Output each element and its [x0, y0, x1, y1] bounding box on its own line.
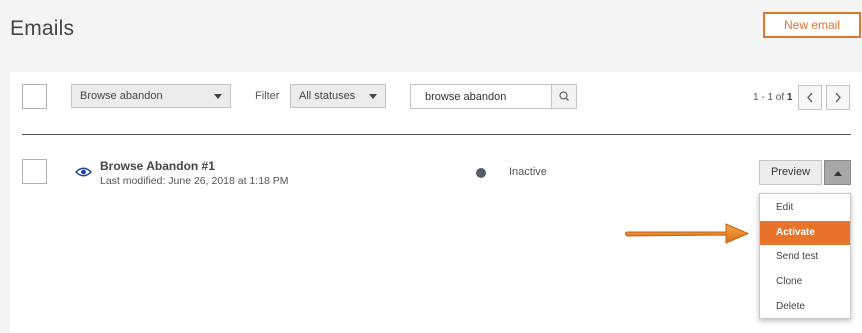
previous-page-button[interactable]: [798, 85, 822, 110]
chevron-right-icon: [835, 92, 841, 103]
page-title: Emails: [10, 17, 75, 40]
new-email-button[interactable]: New email: [763, 12, 861, 38]
menu-item-delete[interactable]: Delete: [760, 295, 850, 319]
status-dot-icon: [476, 168, 486, 178]
chevron-left-icon: [807, 92, 813, 103]
eye-icon: [75, 167, 92, 177]
actions-dropdown-toggle[interactable]: [824, 160, 851, 185]
status-filter-select-value: All statuses: [299, 90, 356, 102]
menu-item-clone[interactable]: Clone: [760, 270, 850, 294]
status-filter-select[interactable]: All statuses: [290, 84, 386, 108]
preview-button[interactable]: Preview: [759, 160, 822, 185]
status-label: Inactive: [509, 166, 547, 178]
header-divider: [22, 134, 851, 135]
caret-down-icon: [369, 94, 377, 99]
next-page-button[interactable]: [826, 85, 850, 110]
menu-item-send-test[interactable]: Send test: [760, 245, 850, 269]
select-all-checkbox[interactable]: [22, 84, 47, 109]
arrow-annotation: [625, 223, 750, 244]
search-button[interactable]: [551, 85, 576, 108]
filter-label: Filter: [255, 90, 280, 102]
menu-item-edit[interactable]: Edit: [760, 196, 850, 220]
emails-panel: [10, 72, 862, 333]
caret-down-icon: [214, 94, 222, 99]
actions-menu: Edit Activate Send test Clone Delete: [759, 193, 851, 319]
pagination-info: 1 - 1 of 1: [753, 92, 792, 103]
email-last-modified: Last modified: June 26, 2018 at 1:18 PM: [100, 175, 289, 187]
search-box: [410, 84, 577, 109]
search-input[interactable]: [411, 85, 551, 108]
email-type-select[interactable]: Browse abandon: [71, 84, 231, 108]
search-icon: [559, 91, 569, 101]
pagination-total: 1: [786, 92, 793, 103]
email-type-select-value: Browse abandon: [80, 90, 163, 102]
pagination-range: 1 - 1 of: [753, 92, 785, 103]
row-checkbox[interactable]: [22, 159, 47, 184]
email-name[interactable]: Browse Abandon #1: [100, 159, 215, 173]
menu-item-activate[interactable]: Activate: [760, 221, 850, 245]
caret-up-icon: [834, 171, 842, 176]
